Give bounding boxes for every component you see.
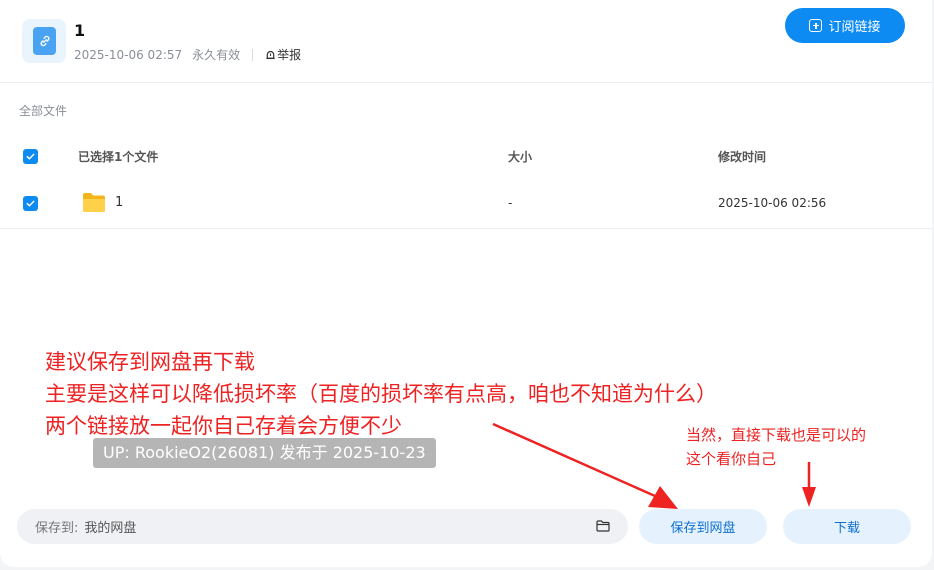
save-to-value: 我的网盘 (84, 521, 137, 536)
meta-divider (252, 48, 254, 61)
annotation-small-1: 当然，直接下载也是可以的 (686, 426, 867, 444)
annotation-line-1: 建议保存到网盘再下载 (45, 350, 255, 374)
table-bottom-divider (0, 228, 932, 229)
size-column-header: 大小 (508, 150, 533, 164)
selected-count-header: 已选择1个文件 (78, 150, 159, 164)
folder-picker-icon[interactable] (596, 520, 610, 532)
arrow-to-save (492, 422, 678, 509)
file-name[interactable]: 1 (115, 195, 123, 210)
download-button[interactable]: 下载 (783, 509, 911, 544)
report-link[interactable]: 举报 (265, 46, 301, 63)
add-icon (809, 19, 823, 32)
check-icon (26, 200, 35, 207)
share-card: 1 2025-10-06 02:57 永久有效 举报 订阅链接 全部文件 已选择… (0, 0, 932, 567)
alert-icon (266, 50, 275, 60)
arrow-to-download (802, 462, 816, 507)
uploader-badge: UP: RookieO2(26081) 发布于 2025-10-23 (93, 438, 436, 468)
file-size: - (508, 196, 513, 210)
share-link-icon (22, 19, 66, 63)
annotation-arrows (492, 422, 816, 509)
annotation-line-3: 两个链接放一起你自己存着会方便不少 (45, 414, 402, 438)
select-all-checkbox[interactable] (23, 149, 38, 164)
subscribe-link-button[interactable]: 订阅链接 (785, 8, 905, 43)
share-date: 2025-10-06 02:57 (74, 47, 183, 62)
header-divider (0, 82, 932, 83)
folder-icon (83, 193, 105, 212)
breadcrumb-all-files[interactable]: 全部文件 (19, 102, 67, 119)
check-icon (26, 153, 35, 160)
file-modified: 2025-10-06 02:56 (718, 196, 827, 210)
annotation-small-2: 这个看你自己 (686, 450, 777, 468)
annotation-line-2: 主要是这样可以降低损坏率（百度的损坏率有点高，咱也不知道为什么） (45, 382, 717, 406)
save-to-cloud-button[interactable]: 保存到网盘 (639, 509, 767, 544)
modified-column-header: 修改时间 (718, 150, 767, 164)
share-title: 1 (74, 21, 86, 40)
row-checkbox[interactable] (23, 196, 38, 211)
save-location-field[interactable]: 保存到: 我的网盘 (17, 509, 628, 544)
save-to-label: 保存到: (35, 521, 79, 536)
report-label: 举报 (277, 48, 302, 62)
share-meta: 2025-10-06 02:57 永久有效 举报 (74, 46, 301, 63)
subscribe-label: 订阅链接 (828, 20, 881, 35)
share-validity: 永久有效 (192, 48, 241, 62)
